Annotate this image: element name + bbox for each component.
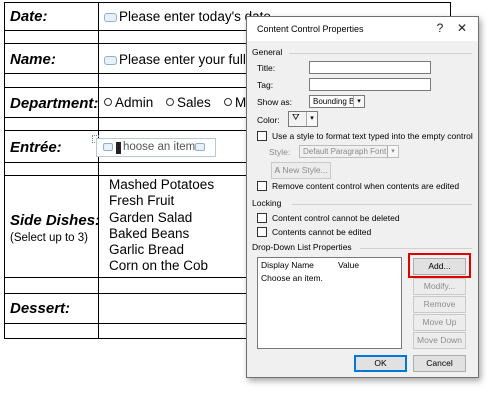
control-handle-icon <box>104 12 117 22</box>
style-label: Style: <box>269 147 291 157</box>
color-label: Color: <box>257 115 280 125</box>
dessert-label: Dessert: <box>10 300 71 317</box>
column-header-value[interactable]: Value <box>338 260 359 270</box>
side-dish-item: Corn on the Cob <box>109 258 209 274</box>
entree-label: Entrée: <box>10 139 62 156</box>
side-dish-item: Fresh Fruit <box>109 193 175 209</box>
control-handle-icon <box>104 55 117 65</box>
checkbox-icon <box>257 212 267 223</box>
column-header-display-name[interactable]: Display Name <box>261 260 314 270</box>
radio-icon <box>166 98 174 107</box>
name-text-control[interactable]: Please enter your full n <box>104 52 257 67</box>
remove-control-label: Remove content control when contents are… <box>272 181 460 191</box>
name-label: Name: <box>10 51 56 68</box>
show-as-label: Show as: <box>257 97 292 107</box>
title-input[interactable] <box>309 61 431 74</box>
table-border-left <box>4 2 5 339</box>
cannot-delete-label: Content control cannot be deleted <box>272 213 400 223</box>
radio-icon <box>104 98 112 107</box>
side-dish-item: Mashed Potatoes <box>109 177 215 192</box>
control-handle-icon <box>103 143 113 151</box>
content-control-properties-dialog: Content Control Properties ? ✕ General T… <box>246 16 479 378</box>
column-divider <box>98 2 99 339</box>
new-style-icon: A <box>274 165 281 175</box>
tag-input[interactable] <box>309 78 431 91</box>
checkbox-icon <box>257 180 267 191</box>
paint-bucket-icon: ⛛ <box>292 112 300 122</box>
tag-label: Tag: <box>257 80 274 90</box>
title-label: Title: <box>257 63 276 73</box>
name-placeholder: Please enter your full n <box>119 52 258 67</box>
cannot-edit-checkbox[interactable]: Contents cannot be edited <box>257 226 372 238</box>
cancel-button[interactable]: Cancel <box>413 355 466 372</box>
modify-button[interactable]: Modify... <box>413 278 466 295</box>
department-option-sales[interactable]: Sales <box>166 95 211 110</box>
help-button[interactable]: ? <box>431 20 449 37</box>
cannot-delete-checkbox[interactable]: Content control cannot be deleted <box>257 212 400 224</box>
use-style-label: Use a style to format text typed into th… <box>272 131 473 141</box>
style-select[interactable]: Default Paragraph Font ▾ <box>299 145 399 158</box>
chevron-down-icon: ▾ <box>353 96 364 107</box>
side-dish-item: Baked Beans <box>109 225 190 241</box>
date-label: Date: <box>10 8 48 25</box>
entree-placeholder: hoose an item. <box>123 141 199 153</box>
add-button-highlight <box>408 253 471 278</box>
entree-dropdown-control[interactable]: hoose an item. <box>96 138 216 157</box>
side-dishes-note: (Select up to 3) <box>10 232 88 244</box>
side-dishes-list: Mashed Potatoes Fresh Fruit Garden Salad… <box>109 177 214 275</box>
side-dish-item: Garlic Bread <box>109 242 185 258</box>
department-label: Department: <box>10 95 99 112</box>
move-down-button[interactable]: Move Down <box>413 332 466 349</box>
side-dishes-label: Side Dishes: <box>10 212 101 229</box>
dialog-title: Content Control Properties <box>257 24 364 34</box>
locking-heading: Locking <box>252 198 282 208</box>
radio-icon <box>224 98 232 107</box>
dialog-titlebar[interactable]: Content Control Properties ? ✕ <box>247 17 478 41</box>
dropdown-items-list[interactable]: Display Name Value Choose an item. <box>257 257 402 349</box>
checkbox-icon <box>257 130 267 141</box>
chevron-down-icon: ▾ <box>387 146 398 157</box>
use-style-checkbox[interactable]: Use a style to format text typed into th… <box>257 130 473 142</box>
move-up-button[interactable]: Move Up <box>413 314 466 331</box>
new-style-button[interactable]: A New Style... <box>271 162 331 179</box>
department-option-admin[interactable]: Admin <box>104 95 153 110</box>
checkbox-icon <box>257 226 267 237</box>
style-value: Default Paragraph Font <box>303 147 387 156</box>
cannot-edit-label: Contents cannot be edited <box>272 227 372 237</box>
show-as-select[interactable]: Bounding Box ▾ <box>309 95 365 108</box>
section-divider <box>360 248 472 249</box>
section-divider <box>289 53 472 54</box>
side-dish-item: Garden Salad <box>109 209 193 225</box>
remove-button[interactable]: Remove <box>413 296 466 313</box>
remove-control-checkbox[interactable]: Remove content control when contents are… <box>257 180 460 192</box>
text-cursor <box>116 142 121 154</box>
section-divider <box>292 204 472 205</box>
general-heading: General <box>252 47 283 57</box>
list-item[interactable]: Choose an item. <box>261 273 323 283</box>
chevron-down-icon: ▾ <box>306 112 317 126</box>
ok-button[interactable]: OK <box>354 355 407 372</box>
dropdown-heading: Drop-Down List Properties <box>252 242 352 252</box>
department-option-m[interactable]: M <box>224 95 246 110</box>
row-line <box>4 2 451 3</box>
control-end-icon <box>195 143 205 151</box>
close-button[interactable]: ✕ <box>453 20 471 37</box>
color-picker[interactable]: ⛛ ▾ <box>288 111 318 127</box>
